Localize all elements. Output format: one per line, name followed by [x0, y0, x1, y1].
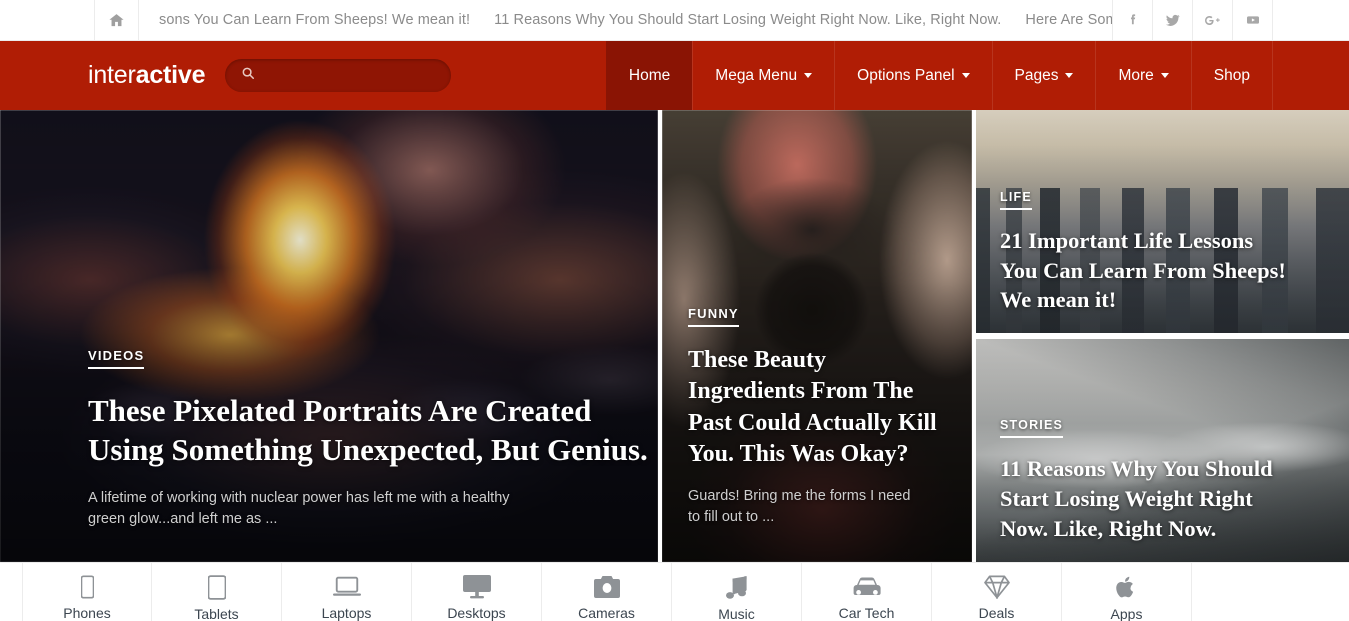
- youtube-link[interactable]: [1233, 0, 1273, 40]
- category-label: Car Tech: [838, 605, 895, 621]
- category-label: Music: [718, 606, 755, 621]
- nav-menu: Home Mega Menu Options Panel Pages More …: [605, 41, 1349, 110]
- logo-text-thin: inter: [88, 61, 136, 89]
- featured-card-main[interactable]: VIDEOS These Pixelated Portraits Are Cre…: [0, 110, 658, 562]
- category-label: Cameras: [578, 605, 635, 621]
- ticker-item[interactable]: sons You Can Learn From Sheeps! We mean …: [159, 12, 470, 28]
- diamond-icon: [983, 575, 1010, 599]
- featured-card-life[interactable]: LIFE 21 Important Life Lessons You Can L…: [976, 110, 1349, 333]
- featured-card-life-body: LIFE 21 Important Life Lessons You Can L…: [976, 188, 1349, 315]
- category-label: Phones: [63, 605, 111, 621]
- nav-label: Home: [628, 66, 671, 84]
- twitter-icon: [1164, 12, 1181, 29]
- logo-text-bold: active: [135, 61, 206, 89]
- main-navigation-bar: interactive Home Mega Menu Options Panel…: [0, 41, 1349, 110]
- featured-card-middle-excerpt: Guards! Bring me the forms I need to fil…: [688, 487, 911, 525]
- category-label: Desktops: [447, 605, 506, 621]
- category-tag-life[interactable]: LIFE: [1000, 190, 1032, 210]
- featured-card-stories-body: STORIES 11 Reasons Why You Should Start …: [976, 416, 1349, 544]
- search-box[interactable]: [225, 59, 452, 92]
- category-phones[interactable]: Phones: [22, 563, 152, 621]
- brand-and-search: interactive: [0, 41, 606, 110]
- car-icon: [853, 575, 881, 599]
- featured-card-main-title[interactable]: These Pixelated Portraits Are Created Us…: [88, 391, 658, 470]
- category-car-tech[interactable]: Car Tech: [802, 563, 932, 621]
- featured-card-stories-title[interactable]: 11 Reasons Why You Should Start Losing W…: [1000, 454, 1290, 544]
- home-icon: [108, 12, 125, 29]
- category-tag-funny[interactable]: FUNNY: [688, 306, 739, 328]
- category-laptops[interactable]: Laptops: [282, 563, 412, 621]
- googleplus-icon: [1203, 11, 1222, 30]
- nav-item-shop[interactable]: Shop: [1190, 41, 1272, 110]
- youtube-icon: [1245, 12, 1261, 28]
- category-tag-stories[interactable]: STORIES: [1000, 418, 1064, 438]
- googleplus-link[interactable]: [1193, 0, 1233, 40]
- nav-right-spacer: [1272, 41, 1349, 110]
- ticker-item[interactable]: Here Are Some Cats Who: [1025, 12, 1112, 28]
- facebook-icon: [1125, 12, 1141, 28]
- category-deals[interactable]: Deals: [932, 563, 1062, 621]
- category-label: Tablets: [194, 606, 239, 621]
- category-music[interactable]: Music: [672, 563, 802, 621]
- category-label: Deals: [978, 605, 1015, 621]
- laptop-icon: [332, 575, 361, 599]
- featured-card-life-title[interactable]: 21 Important Life Lessons You Can Learn …: [1000, 226, 1290, 315]
- nav-label: Options Panel: [857, 66, 955, 84]
- featured-cards-right-column: LIFE 21 Important Life Lessons You Can L…: [976, 110, 1349, 562]
- category-shortcut-bar: Phones Tablets Laptops Desktops Cameras …: [0, 562, 1349, 621]
- nav-item-mega-menu[interactable]: Mega Menu: [692, 41, 834, 110]
- category-label: Apps: [1110, 606, 1143, 621]
- chevron-down-icon: [1065, 73, 1074, 78]
- featured-card-stories[interactable]: STORIES 11 Reasons Why You Should Start …: [976, 339, 1349, 562]
- search-input[interactable]: [263, 68, 434, 83]
- category-desktops[interactable]: Desktops: [412, 563, 542, 621]
- featured-card-main-excerpt: A lifetime of working with nuclear power…: [88, 489, 510, 527]
- category-tablets[interactable]: Tablets: [152, 563, 282, 621]
- category-apps[interactable]: Apps: [1062, 563, 1192, 621]
- camera-icon: [593, 575, 620, 599]
- featured-card-main-body: VIDEOS These Pixelated Portraits Are Cre…: [0, 347, 658, 530]
- desktop-icon: [462, 575, 491, 599]
- nav-label: More: [1118, 66, 1154, 84]
- ticker-item[interactable]: 11 Reasons Why You Should Start Losing W…: [494, 12, 1001, 28]
- news-ticker[interactable]: sons You Can Learn From Sheeps! We mean …: [139, 0, 1112, 40]
- social-links: [1112, 0, 1273, 40]
- category-label: Laptops: [321, 605, 372, 621]
- twitter-link[interactable]: [1153, 0, 1193, 40]
- nav-item-more[interactable]: More: [1095, 41, 1190, 110]
- music-note-icon: [725, 575, 748, 600]
- nav-item-pages[interactable]: Pages: [991, 41, 1096, 110]
- category-cameras[interactable]: Cameras: [542, 563, 672, 621]
- tablet-icon: [207, 575, 226, 600]
- nav-label: Shop: [1213, 66, 1250, 84]
- nav-item-home[interactable]: Home: [605, 41, 693, 110]
- home-link[interactable]: [95, 0, 139, 40]
- nav-label: Pages: [1014, 66, 1059, 84]
- facebook-link[interactable]: [1113, 0, 1153, 40]
- chevron-down-icon: [1160, 73, 1169, 78]
- utility-top-bar: sons You Can Learn From Sheeps! We mean …: [0, 0, 1349, 41]
- featured-posts-grid: VIDEOS These Pixelated Portraits Are Cre…: [0, 110, 1349, 562]
- apple-icon: [1116, 575, 1137, 600]
- chevron-down-icon: [804, 73, 813, 78]
- featured-card-middle-title[interactable]: These Beauty Ingredients From The Past C…: [688, 345, 938, 470]
- featured-card-middle-body: FUNNY These Beauty Ingredients From The …: [662, 305, 972, 528]
- featured-card-middle[interactable]: FUNNY These Beauty Ingredients From The …: [662, 110, 972, 562]
- topbar-right-spacer: [1273, 0, 1349, 40]
- search-icon: [241, 66, 255, 85]
- category-tag-videos[interactable]: VIDEOS: [88, 348, 145, 369]
- nav-item-options-panel[interactable]: Options Panel: [834, 41, 991, 110]
- phone-icon: [80, 575, 94, 599]
- topbar-left-spacer: [0, 0, 95, 40]
- nav-label: Mega Menu: [715, 66, 798, 84]
- chevron-down-icon: [961, 73, 970, 78]
- site-logo[interactable]: interactive: [88, 61, 206, 89]
